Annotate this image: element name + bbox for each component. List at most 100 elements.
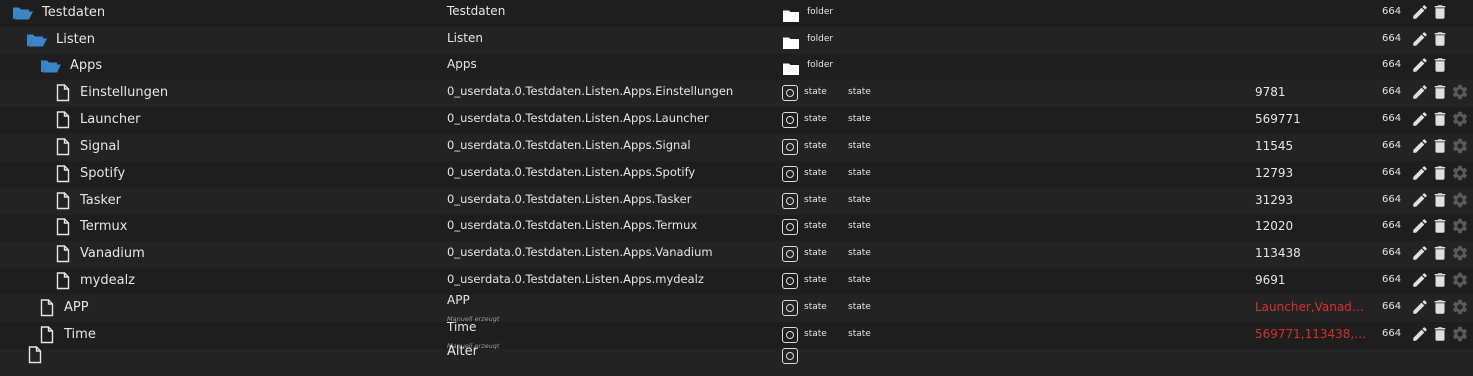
object-id: APP xyxy=(447,293,470,307)
object-id: Apps xyxy=(447,57,477,71)
object-type: folder xyxy=(807,7,834,17)
file-icon xyxy=(56,84,70,102)
settings-button[interactable] xyxy=(1451,298,1469,316)
object-role: state xyxy=(848,329,871,339)
settings-button[interactable] xyxy=(1451,83,1469,101)
object-type: state xyxy=(804,329,827,339)
edit-button[interactable] xyxy=(1411,191,1429,209)
object-value[interactable]: Launcher,Vanadium,Tasker,Termux xyxy=(1255,300,1367,314)
delete-button[interactable] xyxy=(1431,244,1449,262)
object-type: state xyxy=(804,87,827,97)
object-row[interactable]: Spotify 0_userdata.0.Testdaten.Listen.App… xyxy=(0,161,1473,188)
object-row[interactable]: Tasker 0_userdata.0.Testdaten.Listen.Apps… xyxy=(0,188,1473,215)
object-name[interactable]: Signal xyxy=(80,139,120,154)
object-name[interactable]: Tasker xyxy=(80,193,121,208)
settings-button[interactable] xyxy=(1451,217,1469,235)
object-tree-table: Testdaten Testdaten folder 664 Listen Listen f… xyxy=(0,0,1473,376)
object-row[interactable]: Vanadium 0_userdata.0.Testdaten.Listen.Ap… xyxy=(0,241,1473,268)
object-row[interactable]: Einstellungen 0_userdata.0.Testdaten.List… xyxy=(0,80,1473,107)
object-value[interactable]: 12793 xyxy=(1255,166,1293,180)
delete-button[interactable] xyxy=(1431,3,1449,21)
object-row[interactable]: mydealz 0_userdata.0.Testdaten.Listen.App… xyxy=(0,268,1473,295)
delete-button[interactable] xyxy=(1431,56,1449,74)
file-icon xyxy=(56,138,70,156)
state-icon xyxy=(782,139,798,155)
object-row[interactable]: Signal 0_userdata.0.Testdaten.Listen.Apps… xyxy=(0,134,1473,161)
settings-button[interactable] xyxy=(1451,191,1469,209)
object-row[interactable]: Time Time Manuell erzeugt state state 569771,… xyxy=(0,320,1473,350)
object-value[interactable]: 11545 xyxy=(1255,139,1293,153)
object-type: state xyxy=(804,195,827,205)
object-name[interactable]: Testdaten xyxy=(42,5,105,20)
object-name[interactable]: Einstellungen xyxy=(80,85,168,100)
object-value[interactable]: 12020 xyxy=(1255,219,1293,233)
acl-value: 664 xyxy=(1382,194,1402,205)
edit-button[interactable] xyxy=(1411,137,1429,155)
settings-button[interactable] xyxy=(1451,271,1469,289)
delete-button[interactable] xyxy=(1431,191,1449,209)
object-id: 0_userdata.0.Testdaten.Listen.Apps.Spoti… xyxy=(447,165,696,179)
edit-button[interactable] xyxy=(1411,217,1429,235)
object-value[interactable]: 113438 xyxy=(1255,246,1301,260)
object-name[interactable]: Termux xyxy=(80,219,127,234)
folder-open-icon xyxy=(40,58,62,74)
edit-button[interactable] xyxy=(1411,164,1429,182)
object-value[interactable]: 9691 xyxy=(1255,273,1286,287)
object-name[interactable]: Apps xyxy=(70,58,102,73)
edit-button[interactable] xyxy=(1411,30,1429,48)
object-role: state xyxy=(848,302,871,312)
delete-button[interactable] xyxy=(1431,137,1449,155)
object-row[interactable]: Alter xyxy=(0,344,1473,376)
edit-button[interactable] xyxy=(1411,271,1429,289)
delete-button[interactable] xyxy=(1431,271,1449,289)
settings-button[interactable] xyxy=(1451,110,1469,128)
object-name[interactable]: mydealz xyxy=(80,273,135,288)
delete-button[interactable] xyxy=(1431,30,1449,48)
object-row[interactable]: Launcher 0_userdata.0.Testdaten.Listen.Ap… xyxy=(0,107,1473,134)
object-name[interactable]: Listen xyxy=(56,32,95,47)
object-name[interactable]: Spotify xyxy=(80,166,125,181)
object-value[interactable]: 569771,113438,31293,12020 xyxy=(1255,327,1367,341)
acl-value: 664 xyxy=(1382,6,1402,17)
object-type: state xyxy=(804,275,827,285)
delete-button[interactable] xyxy=(1431,110,1449,128)
object-name[interactable]: APP xyxy=(64,300,89,315)
object-id: Testdaten xyxy=(447,4,506,18)
object-value[interactable]: 569771 xyxy=(1255,112,1301,126)
settings-button[interactable] xyxy=(1451,164,1469,182)
delete-button[interactable] xyxy=(1431,325,1449,343)
edit-button[interactable] xyxy=(1411,83,1429,101)
file-icon xyxy=(28,346,42,364)
file-icon xyxy=(56,111,70,129)
state-icon xyxy=(782,193,798,209)
delete-button[interactable] xyxy=(1431,83,1449,101)
delete-button[interactable] xyxy=(1431,164,1449,182)
settings-button[interactable] xyxy=(1451,325,1469,343)
object-row[interactable]: Listen Listen folder 664 xyxy=(0,27,1473,54)
delete-button[interactable] xyxy=(1431,217,1449,235)
object-row[interactable]: APP APP Manuell erzeugt state state Launcher,… xyxy=(0,293,1473,323)
settings-button[interactable] xyxy=(1451,244,1469,262)
acl-value: 664 xyxy=(1382,113,1402,124)
edit-button[interactable] xyxy=(1411,56,1429,74)
delete-button[interactable] xyxy=(1431,298,1449,316)
object-id: Alter xyxy=(447,344,478,359)
object-role: state xyxy=(848,248,871,258)
object-name[interactable]: Vanadium xyxy=(80,246,145,261)
settings-button[interactable] xyxy=(1451,137,1469,155)
edit-button[interactable] xyxy=(1411,298,1429,316)
object-name[interactable]: Launcher xyxy=(80,112,140,127)
edit-button[interactable] xyxy=(1411,110,1429,128)
state-icon xyxy=(782,327,798,343)
object-row[interactable]: Termux 0_userdata.0.Testdaten.Listen.Apps… xyxy=(0,214,1473,241)
edit-button[interactable] xyxy=(1411,325,1429,343)
object-row[interactable]: Testdaten Testdaten folder 664 xyxy=(0,0,1473,27)
acl-value: 664 xyxy=(1382,328,1402,339)
edit-button[interactable] xyxy=(1411,3,1429,21)
object-name[interactable]: Time xyxy=(64,327,96,342)
object-value[interactable]: 31293 xyxy=(1255,193,1293,207)
object-id: 0_userdata.0.Testdaten.Listen.Apps.Launc… xyxy=(447,111,709,125)
object-row[interactable]: Apps Apps folder 664 xyxy=(0,53,1473,80)
object-value[interactable]: 9781 xyxy=(1255,85,1286,99)
edit-button[interactable] xyxy=(1411,244,1429,262)
